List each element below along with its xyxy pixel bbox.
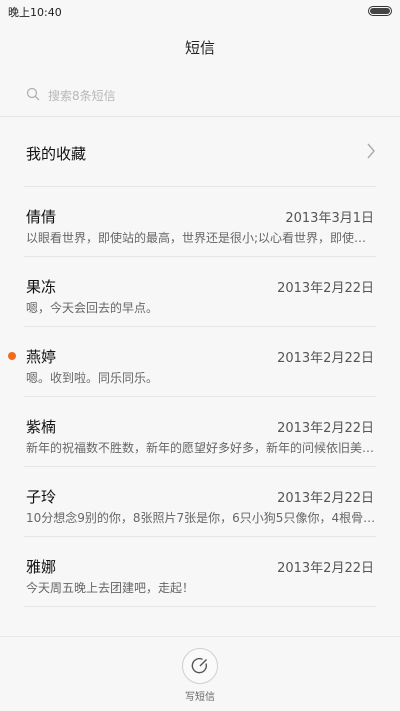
favorites-label: 我的收藏: [26, 145, 87, 163]
message-preview: 今天周五晚上去团建吧，走起！: [26, 581, 195, 595]
contact-name: 燕婷: [26, 348, 57, 366]
favorites-item[interactable]: 我的收藏: [0, 117, 400, 187]
contact-name: 雅娜: [26, 558, 57, 576]
message-preview: 以眼看世界，即使站的最高，世界还是很小;以心看世界，即使身处陋室，世界依然很大。: [26, 231, 376, 245]
unread-dot-icon: [8, 352, 16, 360]
bottom-bar-divider: [0, 636, 400, 637]
message-date: 2013年2月22日: [277, 281, 374, 296]
conversation-row[interactable]: 燕婷 2013年2月22日 嗯。收到啦。同乐同乐。: [0, 327, 400, 397]
page-title: 短信: [184, 39, 215, 57]
contact-name: 子玲: [26, 488, 57, 506]
message-date: 2013年2月22日: [277, 351, 374, 366]
compose-label: 写短信: [185, 692, 215, 703]
battery-icon: [368, 6, 392, 16]
status-bar: 晚上10:40: [0, 0, 400, 22]
divider: [24, 606, 376, 607]
message-date: 2013年2月22日: [277, 561, 374, 576]
compose-icon: [191, 658, 208, 674]
contact-name: 果冻: [26, 278, 57, 296]
conversation-row[interactable]: 雅娜 2013年2月22日 今天周五晚上去团建吧，走起！: [0, 537, 400, 607]
chevron-right-icon: [367, 143, 375, 159]
message-date: 2013年2月22日: [277, 491, 374, 506]
message-preview: 新年的祝福数不胜数，新年的愿望好多好多，新年的问候依旧美好。: [26, 441, 376, 455]
compose-button[interactable]: [182, 648, 218, 684]
message-date: 2013年2月22日: [277, 421, 374, 436]
status-time: 晚上10:40: [8, 6, 62, 19]
search-bar[interactable]: 搜索8条短信: [24, 84, 376, 106]
message-preview: 10分想念9别的你，8张照片7张是你，6只小狗5只像你，4根骨头3根给你。: [26, 511, 376, 525]
conversation-row[interactable]: 子玲 2013年2月22日 10分想念9别的你，8张照片7张是你，6只小狗5只像…: [0, 467, 400, 537]
message-date: 2013年3月1日: [285, 211, 374, 226]
conversation-row[interactable]: 倩倩 2013年3月1日 以眼看世界，即使站的最高，世界还是很小;以心看世界，即…: [0, 187, 400, 257]
conversation-row[interactable]: 果冻 2013年2月22日 嗯，今天会回去的早点。: [0, 257, 400, 327]
search-input[interactable]: 搜索8条短信: [48, 87, 116, 104]
message-preview: 嗯。收到啦。同乐同乐。: [26, 371, 159, 385]
message-preview: 嗯，今天会回去的早点。: [26, 301, 159, 315]
contact-name: 倩倩: [26, 208, 57, 226]
contact-name: 紫楠: [26, 418, 57, 436]
search-icon: [26, 87, 40, 101]
conversation-row[interactable]: 紫楠 2013年2月22日 新年的祝福数不胜数，新年的愿望好多好多，新年的问候依…: [0, 397, 400, 467]
